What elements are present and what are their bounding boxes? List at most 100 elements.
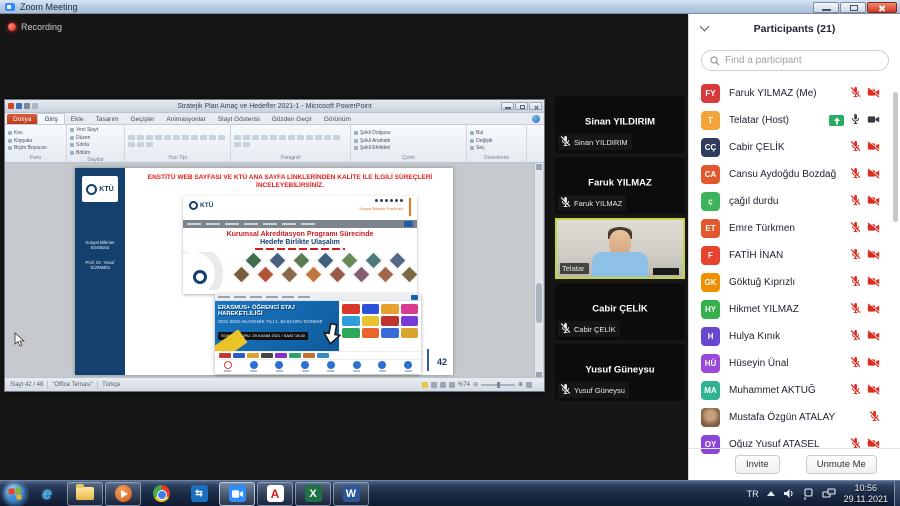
video-tile-sinan-yildirim[interactable]: Sinan YILDIRIM Sinan YILDIRIM (555, 96, 685, 153)
ribbon-button[interactable]: Şekil Dolgusu (354, 130, 463, 136)
sorter-view-icon[interactable] (431, 382, 437, 388)
acrobat-icon: A (267, 485, 284, 502)
participant-row[interactable]: ETEmre Türkmen (689, 215, 894, 242)
action-center-icon[interactable] (803, 488, 814, 500)
ppt-tab-animasyonlar[interactable]: Animasyonlar (160, 114, 211, 124)
reading-view-icon[interactable] (440, 382, 446, 388)
taskbar-clock[interactable]: 10:56 29.11.2021 (844, 483, 888, 505)
erasmus-stamps (339, 301, 421, 351)
ppt-tab-gözden-geçir[interactable]: Gözden Geçir (266, 114, 318, 124)
ribbon-group-yazı-tipi[interactable]: Yazı Tipi (125, 125, 231, 162)
ribbon-button[interactable]: Biçim Boyacısı (8, 145, 63, 151)
ribbon-group-paragraf[interactable]: Paragraf (231, 125, 351, 162)
ppt-tab-slayt-gösterisi[interactable]: Slayt Gösterisi (212, 114, 266, 124)
video-tile-yusuf-güneysu[interactable]: Yusuf Güneysu Yusuf Güneysu (555, 344, 685, 401)
video-tile-cabir-çeli̇k[interactable]: Cabir ÇELİK Cabir ÇELİK (555, 283, 685, 340)
language-indicator[interactable]: TR (747, 489, 759, 499)
minimize-button[interactable] (813, 2, 839, 13)
status-language[interactable]: Türkçe (102, 382, 120, 388)
ribbon-button[interactable]: Kes (8, 130, 63, 136)
taskbar-button-zoom[interactable] (219, 482, 255, 506)
ribbon-button[interactable]: Sıfırla (70, 142, 121, 148)
normal-view-icon[interactable] (422, 382, 428, 388)
taskbar-button-chrome[interactable] (143, 482, 179, 506)
invite-button[interactable]: Invite (735, 455, 780, 474)
participant-row[interactable]: ççağıl durdu (689, 188, 894, 215)
participant-row[interactable]: HHulya Kınık (689, 323, 894, 350)
participant-row[interactable]: Mustafa Özgün ATALAY (689, 404, 894, 431)
web1-ktu-logo: KTÜ (189, 201, 213, 210)
ribbon-button[interactable]: Şekil Efektleri (354, 145, 463, 151)
web1-title: Kurumsal Akreditasyon Programı Sürecinde (183, 231, 417, 238)
window-titlebar: Zoom Meeting (0, 0, 900, 14)
participant-row[interactable]: HYHikmet YILMAZ (689, 296, 894, 323)
camera-off-icon (867, 87, 880, 98)
ppt-tab-tasarım[interactable]: Tasarım (89, 114, 124, 124)
participant-row[interactable]: FYFaruk YILMAZ (Me) (689, 80, 894, 107)
participant-row[interactable]: HÜHüseyin Ünal (689, 350, 894, 377)
ppt-restore-button[interactable] (515, 102, 528, 110)
web1-orange-bar (409, 198, 411, 216)
zoom-in-icon[interactable]: ⊕ (518, 381, 523, 388)
ribbon-button[interactable]: Yeni Slayt (70, 127, 121, 133)
ribbon-button[interactable]: Düzen (70, 135, 121, 141)
ribbon-button[interactable]: Değiştir (470, 138, 523, 144)
ribbon-button[interactable]: Seç (470, 145, 523, 151)
ppt-tab-giriş[interactable]: Giriş (37, 113, 64, 124)
participant-row[interactable]: TTelatar (Host) (689, 107, 894, 134)
ppt-tab-dosya[interactable]: Dosya (7, 114, 37, 124)
chevron-down-icon[interactable] (700, 22, 710, 32)
web1-photo-collage (183, 252, 417, 290)
slideshow-view-icon[interactable] (449, 382, 455, 388)
help-icon[interactable] (532, 115, 540, 123)
participant-row[interactable]: CÇCabir ÇELİK (689, 134, 894, 161)
speaker-icon[interactable] (783, 488, 795, 499)
taskbar-button-internet-explorer[interactable]: e (29, 482, 65, 506)
ribbon-group-slaytlar[interactable]: Yeni SlaytDüzenSıfırlaBölümSlaytlar (67, 125, 125, 162)
show-desktop-button[interactable] (894, 481, 900, 506)
taskbar-button-word[interactable]: W (333, 482, 369, 506)
ppt-tab-ekle[interactable]: Ekle (65, 114, 90, 124)
ribbon-group-düzenleme[interactable]: BulDeğiştirSeçDüzenleme (467, 125, 527, 162)
participant-row[interactable]: MAMuhammet AKTUĞ (689, 377, 894, 404)
ppt-tab-görünüm[interactable]: Görünüm (318, 114, 357, 124)
participant-row[interactable]: GKGöktuğ Kıprızlı (689, 269, 894, 296)
unmute-me-button[interactable]: Unmute Me (806, 455, 877, 474)
taskbar-button-excel[interactable]: X (295, 482, 331, 506)
zoom-out-icon[interactable]: ⊖ (473, 381, 478, 388)
ppt-minimize-button[interactable] (501, 102, 514, 110)
maximize-button[interactable] (840, 2, 866, 13)
erasmus-quicklinks (215, 359, 421, 373)
ribbon-group-çizim[interactable]: Şekil Dolgusu Şekil AnahattıŞekil Efektle… (351, 125, 467, 162)
zoom-slider[interactable] (481, 384, 515, 386)
close-button[interactable] (867, 2, 897, 13)
ribbon-group-pano[interactable]: KesKopyalaBiçim BoyacısıPano (5, 125, 67, 162)
ppt-close-button[interactable] (529, 102, 542, 110)
fit-window-icon[interactable] (526, 382, 532, 388)
participant-name: çağıl durdu (729, 196, 778, 207)
web1-navbar (183, 220, 417, 228)
ribbon-button[interactable]: Bul (470, 130, 523, 136)
ppt-titlebar: Stratejik Plan Amaç ve Hedefler 2021-1 -… (5, 100, 544, 113)
ppt-scrollbar[interactable] (534, 163, 543, 379)
ppt-tab-geçişler[interactable]: Geçişler (125, 114, 161, 124)
ppt-status-bar: Slayt 42 / 48 "Office Teması" Türkçe %74… (5, 377, 544, 391)
search-input[interactable] (725, 55, 865, 66)
taskbar-button-file-explorer[interactable] (67, 482, 103, 506)
ppt-document-area: KTÜ Sosyal Bilimler Enstitüsü Prof. Dr. … (5, 163, 544, 379)
video-tile-faruk-yilmaz[interactable]: Faruk YILMAZ Faruk YILMAZ (555, 157, 685, 214)
ribbon-button[interactable]: Kopyala (8, 138, 63, 144)
hidden-icons-chevron[interactable] (767, 491, 775, 496)
ribbon-button[interactable]: Şekil Anahattı (354, 138, 463, 144)
participant-row[interactable]: FFATİH İNAN (689, 242, 894, 269)
network-icon[interactable] (822, 488, 836, 499)
participants-scrollbar[interactable] (893, 80, 899, 462)
taskbar-button-powerpoint[interactable] (105, 482, 141, 506)
taskbar-button-acrobat[interactable]: A (257, 482, 293, 506)
start-button[interactable] (3, 482, 27, 506)
avatar: H (701, 327, 720, 346)
video-tile-telatar[interactable]: Telatar (555, 218, 685, 279)
participant-row[interactable]: CACansu Aydoğdu Bozdağ (689, 161, 894, 188)
participant-search[interactable] (701, 50, 889, 71)
taskbar-button-teamviewer[interactable]: ⇆ (181, 482, 217, 506)
